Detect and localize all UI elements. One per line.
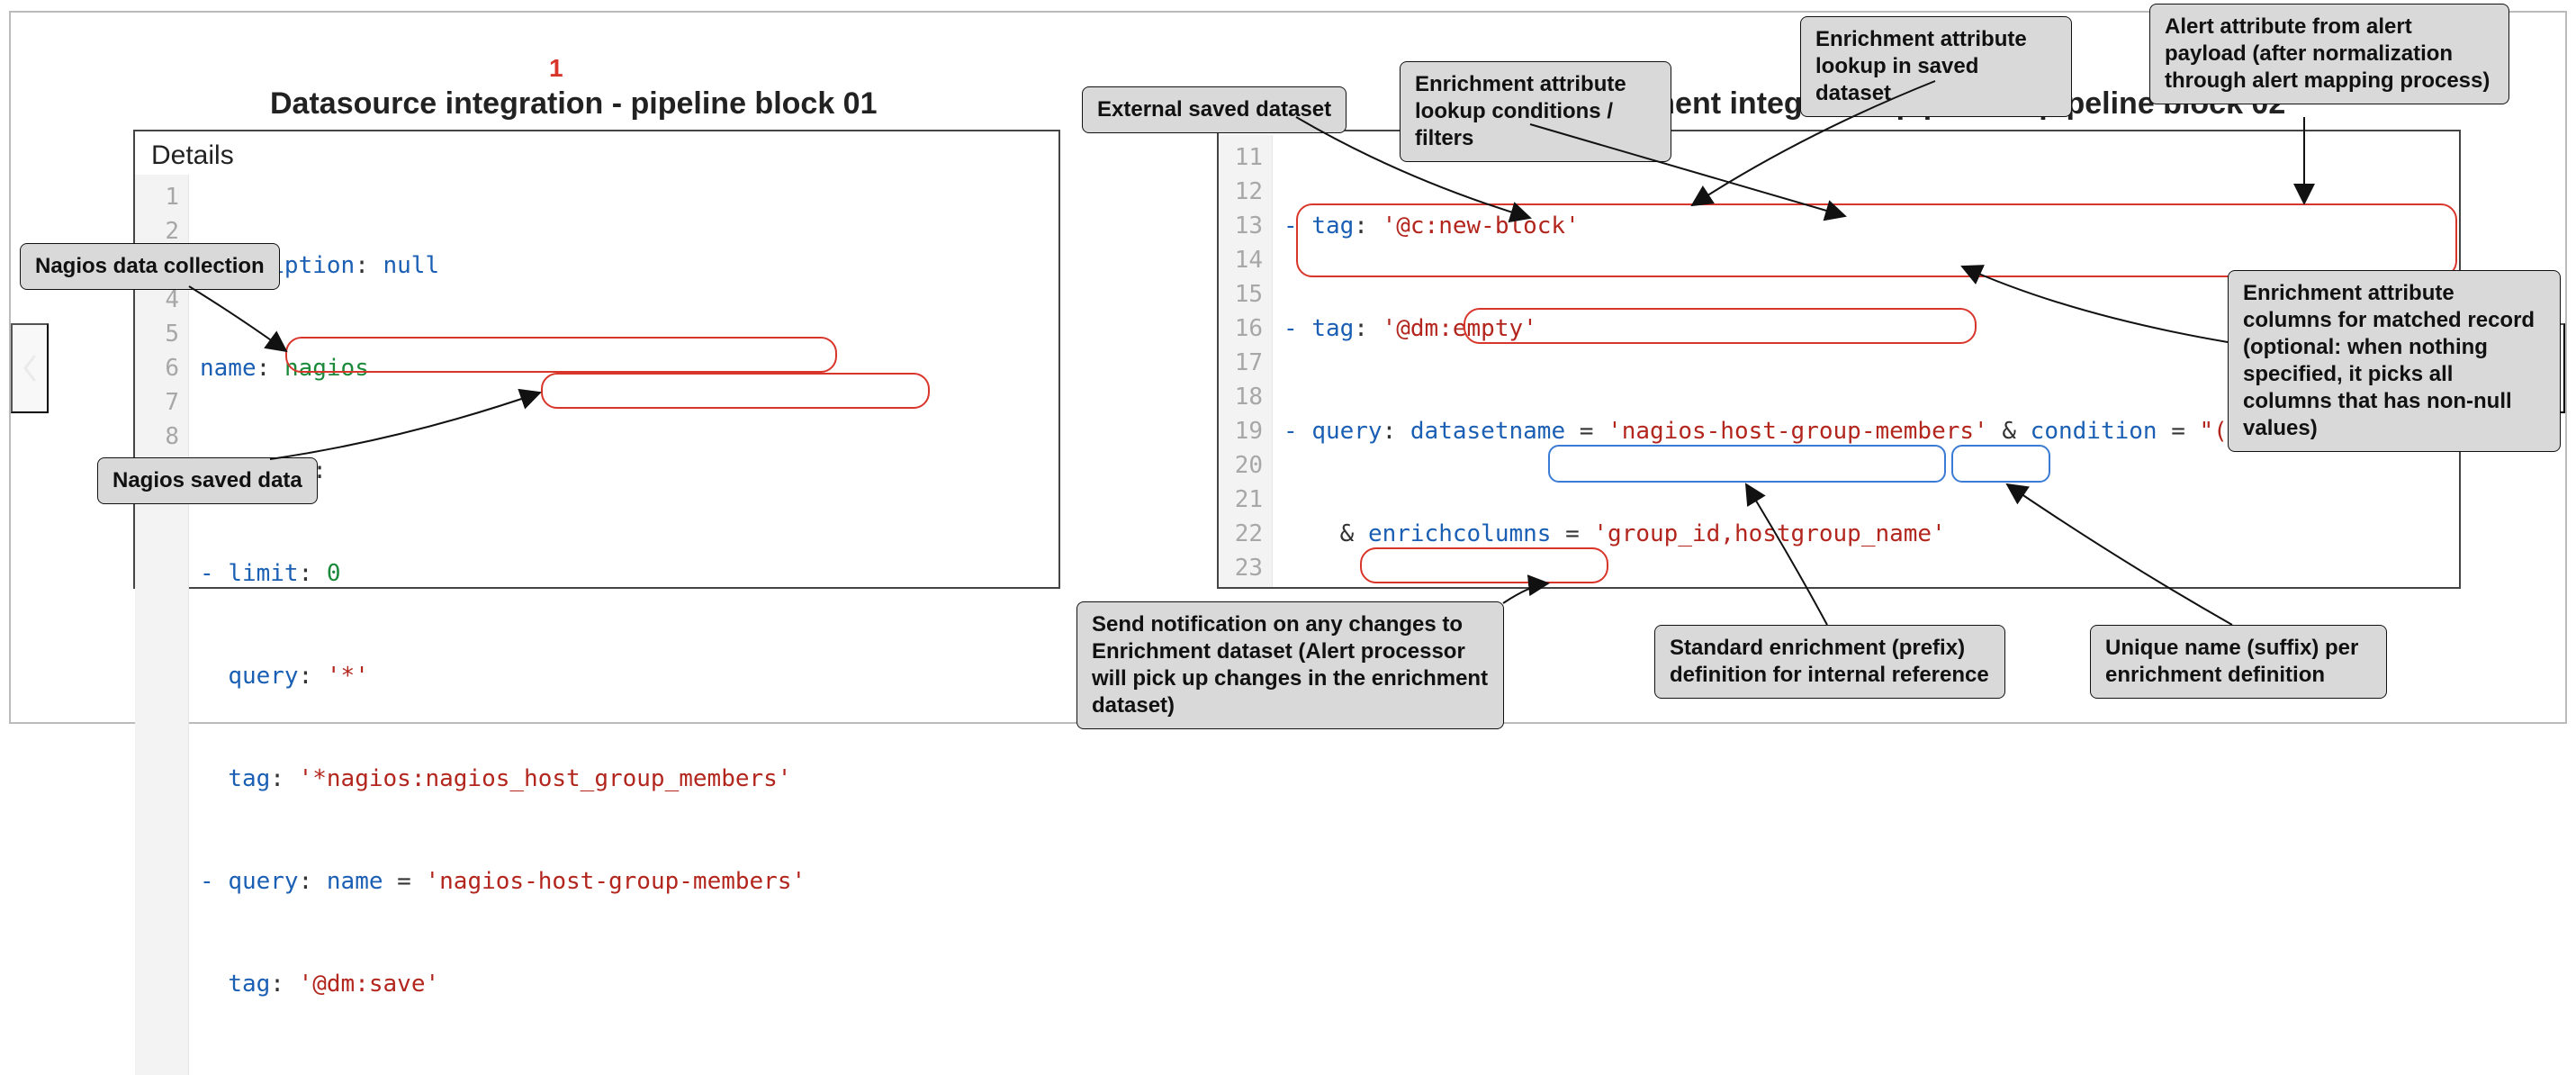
callout-send-notification: Send notification on any changes to Enri… [1076, 601, 1504, 729]
callout-alert-attr: Alert attribute from alert payload (afte… [2149, 4, 2509, 104]
prev-slide-button[interactable] [11, 323, 49, 413]
callout-nagios-saved-data: Nagios saved data [97, 457, 318, 504]
code-editor-1[interactable]: 1 2 3 4 5 6 7 8 description: null name: … [135, 175, 1058, 1075]
callout-unique-suffix: Unique name (suffix) per enrichment defi… [2090, 625, 2387, 699]
callout-attr-columns: Enrichment attribute columns for matched… [2228, 270, 2561, 452]
panel1-header: Details [135, 131, 1058, 175]
callout-lookup-in-saved: Enrichment attribute lookup in saved dat… [1800, 16, 2072, 117]
chevron-left-icon [22, 355, 38, 382]
block-marker-1: 1 [549, 54, 563, 83]
block1-title: Datasource integration - pipeline block … [270, 86, 878, 122]
callout-standard-prefix: Standard enrichment (prefix) definition … [1654, 625, 2005, 699]
gutter-2: 11 12 13 14 15 16 17 18 19 20 21 22 23 [1219, 135, 1273, 589]
code-lines-1: description: null name: nagios sequence:… [189, 175, 816, 1075]
callout-external-saved-dataset: External saved dataset [1082, 86, 1347, 133]
panel-block1: Details 1 2 3 4 5 6 7 8 description: nul… [133, 130, 1060, 589]
callout-lookup-conditions: Enrichment attribute lookup conditions /… [1400, 61, 1671, 162]
gutter-1: 1 2 3 4 5 6 7 8 [135, 175, 189, 1075]
callout-nagios-data-collection: Nagios data collection [20, 243, 280, 290]
